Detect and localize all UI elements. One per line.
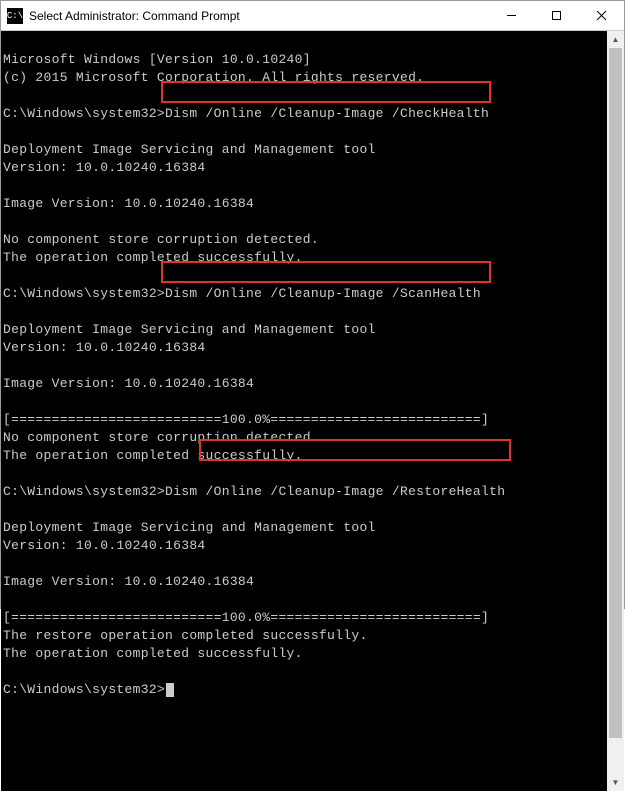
output-line — [3, 555, 607, 573]
output-line — [3, 663, 607, 681]
output-line: Image Version: 10.0.10240.16384 — [3, 375, 607, 393]
window-controls — [489, 1, 624, 30]
command-text: Dism /Online /Cleanup-Image /ScanHealth — [165, 286, 481, 301]
output-line: No component store corruption detected. — [3, 231, 607, 249]
output-line — [3, 357, 607, 375]
output-line: Microsoft Windows [Version 10.0.10240] — [3, 51, 607, 69]
terminal-output[interactable]: Microsoft Windows [Version 10.0.10240](c… — [1, 31, 607, 791]
vertical-scrollbar[interactable]: ▲ ▼ — [607, 31, 624, 791]
output-line: Image Version: 10.0.10240.16384 — [3, 195, 607, 213]
output-line — [3, 213, 607, 231]
highlight-checkhealth: /Online /Cleanup-Image /CheckHealth — [206, 105, 490, 123]
cursor — [166, 683, 174, 697]
window-title: Select Administrator: Command Prompt — [29, 9, 489, 23]
scrollbar-down-arrow-icon[interactable]: ▼ — [607, 774, 624, 791]
output-line: C:\Windows\system32>Dism /Online /Cleanu… — [3, 285, 607, 303]
minimize-icon — [506, 10, 517, 21]
output-line — [3, 501, 607, 519]
output-line: Version: 10.0.10240.16384 — [3, 339, 607, 357]
output-line: The restore operation completed successf… — [3, 627, 607, 645]
scrollbar-thumb[interactable] — [609, 48, 622, 738]
close-button[interactable] — [579, 1, 624, 30]
output-line — [3, 591, 607, 609]
scrollbar-track[interactable] — [607, 48, 624, 774]
prompt-text: C:\Windows\system32> — [3, 286, 165, 301]
output-line — [3, 303, 607, 321]
output-line: The operation completed successfully. — [3, 645, 607, 663]
output-line — [3, 177, 607, 195]
highlight-scanhealth: Dism /Online /Cleanup-Image /ScanHealth — [165, 285, 481, 303]
output-line: Version: 10.0.10240.16384 — [3, 537, 607, 555]
output-line: [==========================100.0%=======… — [3, 411, 607, 429]
output-line: Deployment Image Servicing and Managemen… — [3, 519, 607, 537]
output-line: The operation completed successfully. — [3, 249, 607, 267]
scrollbar-up-arrow-icon[interactable]: ▲ — [607, 31, 624, 48]
terminal-area: Microsoft Windows [Version 10.0.10240](c… — [1, 31, 624, 791]
output-line: C:\Windows\system32>Dism /Online /Cleanu… — [3, 483, 607, 501]
prompt-text: C:\Windows\system32> — [3, 682, 165, 697]
maximize-icon — [551, 10, 562, 21]
output-line — [3, 393, 607, 411]
output-line: Image Version: 10.0.10240.16384 — [3, 573, 607, 591]
output-line: [==========================100.0%=======… — [3, 609, 607, 627]
output-line — [3, 87, 607, 105]
output-line: Deployment Image Servicing and Managemen… — [3, 141, 607, 159]
output-line — [3, 465, 607, 483]
command-prompt-window: C:\ Select Administrator: Command Prompt… — [0, 0, 625, 609]
output-line: Version: 10.0.10240.16384 — [3, 159, 607, 177]
output-line: (c) 2015 Microsoft Corporation. All righ… — [3, 69, 607, 87]
output-line: The operation completed successfully. — [3, 447, 607, 465]
output-line — [3, 123, 607, 141]
maximize-button[interactable] — [534, 1, 579, 30]
command-text: /Online /Cleanup-Image /RestoreHealth — [206, 484, 506, 499]
cmd-icon: C:\ — [7, 8, 23, 24]
highlight-restorehealth: /Online /Cleanup-Image /RestoreHealth — [206, 483, 506, 501]
output-line — [3, 267, 607, 285]
command-text: /Online /Cleanup-Image /CheckHealth — [206, 106, 490, 121]
close-icon — [596, 10, 607, 21]
output-line: C:\Windows\system32>Dism /Online /Cleanu… — [3, 105, 607, 123]
output-line: Deployment Image Servicing and Managemen… — [3, 321, 607, 339]
titlebar[interactable]: C:\ Select Administrator: Command Prompt — [1, 1, 624, 31]
prompt-text: C:\Windows\system32>Dism — [3, 106, 206, 121]
prompt-text: C:\Windows\system32>Dism — [3, 484, 206, 499]
minimize-button[interactable] — [489, 1, 534, 30]
output-line: C:\Windows\system32> — [3, 681, 607, 699]
output-line: No component store corruption detected. — [3, 429, 607, 447]
